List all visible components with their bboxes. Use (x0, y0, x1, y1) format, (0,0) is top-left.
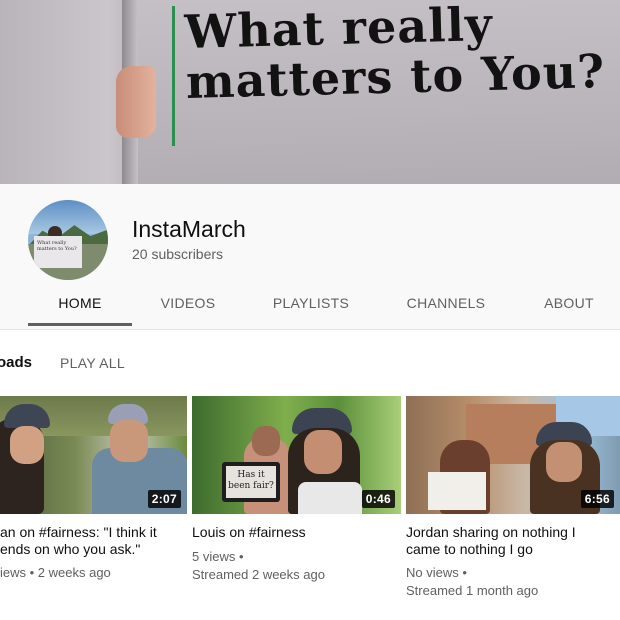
avatar-sky (28, 200, 108, 234)
video-age: 2 weeks ago (37, 565, 111, 580)
video-meta: iews • 2 weeks ago (0, 565, 111, 580)
video-views: No views (406, 565, 459, 580)
channel-tabs: HOME VIDEOS PLAYLISTS CHANNELS ABOUT (0, 288, 620, 328)
channel-banner: What really matters to You? (0, 0, 620, 184)
video-age: Streamed 1 month ago (406, 583, 539, 598)
banner-hand (116, 66, 156, 138)
thumb-person2-face (304, 430, 342, 474)
video-title-line-2: ends on who you ask." (0, 541, 141, 557)
tab-videos[interactable]: VIDEOS (146, 288, 230, 328)
active-tab-indicator (28, 323, 132, 326)
thumb-person2-face (546, 442, 582, 482)
video-title-line-1: an on #fairness: "I think it (0, 524, 157, 540)
video-title[interactable]: Jordan sharing on nothing I came to noth… (406, 524, 620, 558)
video-thumbnail[interactable]: Has it been fair? 0:46 (192, 396, 401, 514)
tab-home[interactable]: HOME (28, 288, 132, 328)
video-age: Streamed 2 weeks ago (192, 567, 325, 582)
video-duration: 6:56 (580, 490, 614, 508)
section-title-uploads: oads (0, 354, 33, 371)
tab-channels[interactable]: CHANNELS (398, 288, 494, 328)
thumb-person-face (252, 426, 280, 456)
video-views: iews (0, 565, 27, 580)
channel-avatar[interactable]: What really matters to You? (28, 200, 108, 280)
banner-background-wall (0, 0, 135, 184)
thumb-person2-shirt (298, 482, 362, 514)
video-title[interactable]: an on #fairness: "I think it ends on who… (0, 524, 185, 558)
thumb-person2-face (110, 420, 148, 462)
play-all-button[interactable]: PLAY ALL (60, 355, 125, 371)
video-meta: 5 views • Streamed 2 weeks ago (192, 549, 325, 582)
banner-sign-text: What really matters to You? (184, 0, 606, 109)
video-thumbnail[interactable]: 2:07 (0, 396, 187, 514)
video-title-line-1: Jordan sharing on nothing I (406, 524, 576, 540)
video-title-line-2: came to nothing I go (406, 541, 533, 557)
video-meta: No views • Streamed 1 month ago (406, 565, 539, 598)
video-title-line-1: Louis on #fairness (192, 524, 306, 540)
video-thumbnail[interactable]: 6:56 (406, 396, 620, 514)
tab-playlists[interactable]: PLAYLISTS (264, 288, 358, 328)
thumb-person-face (10, 426, 44, 464)
avatar-sign-text: What really matters to You? (37, 240, 77, 252)
subscriber-count: 20 subscribers (132, 246, 224, 262)
banner-sign-line (172, 6, 175, 146)
video-duration: 2:07 (147, 490, 181, 508)
banner-line-2: matters to You? (185, 43, 606, 109)
header-divider (0, 329, 620, 330)
thumb-sign-text: Has it been fair? (226, 466, 276, 498)
video-duration: 0:46 (361, 490, 395, 508)
video-views: 5 views (192, 549, 236, 564)
channel-name: InstaMarch (132, 216, 246, 242)
tab-about[interactable]: ABOUT (536, 288, 602, 328)
thumb-sign (428, 472, 486, 510)
video-title[interactable]: Louis on #fairness (192, 524, 400, 541)
channel-header: What really matters to You? InstaMarch 2… (0, 184, 620, 330)
